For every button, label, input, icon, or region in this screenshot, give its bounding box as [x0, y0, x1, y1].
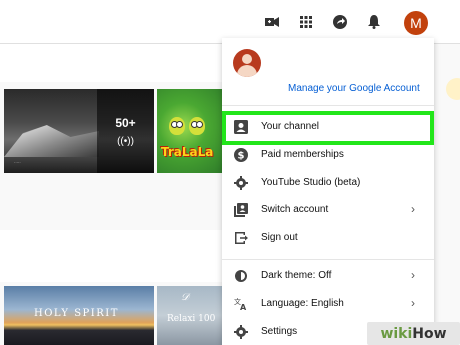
menu-item-language[interactable]: 文A Language: English › [222, 290, 434, 318]
menu-item-label: Switch account [261, 204, 329, 215]
video-camera-icon[interactable] [262, 12, 282, 32]
highlight-label: Your channel [261, 121, 320, 132]
menu-item-label: Paid memberships [261, 149, 344, 160]
dark-theme-icon [233, 268, 249, 284]
video-thumbnail-relaxing[interactable]: 𝒟 Relaxi 100 [157, 286, 222, 345]
playlist-icon: ((•)) [117, 135, 134, 147]
menu-avatar [233, 49, 261, 77]
thumbnail-caption: ····· [14, 160, 21, 165]
playlist-count: 50+ [115, 115, 136, 130]
mountain-image [4, 125, 99, 157]
wikihow-watermark: wiki How [367, 322, 460, 345]
svg-text:$: $ [238, 151, 245, 162]
section-header [0, 44, 222, 82]
section-header-2 [0, 230, 222, 282]
account-avatar-button[interactable]: M [404, 11, 428, 35]
video-thumbnail-mountain[interactable]: ····· 50+ ((•)) [4, 89, 154, 173]
menu-divider [222, 105, 434, 106]
manage-account-link[interactable]: Manage your Google Account [288, 83, 420, 94]
account-menu: Manage your Google Account Your channel … [222, 38, 434, 345]
chevron-right-icon: › [411, 296, 415, 310]
share-arrow-icon[interactable] [330, 12, 350, 32]
menu-divider [222, 259, 434, 260]
playlist-overlay: 50+ ((•)) [97, 89, 154, 173]
chevron-right-icon: › [411, 202, 415, 216]
thumbnail-title: TraLaLa [161, 145, 214, 159]
chevron-right-icon: › [411, 268, 415, 282]
thumbnail-title: HOLY SPIRIT [34, 308, 119, 319]
svg-text:A: A [240, 303, 247, 311]
menu-item-dark-theme[interactable]: Dark theme: Off › [222, 262, 434, 290]
thumbnail-title: Relaxi 100 [167, 314, 216, 324]
switch-account-icon [233, 202, 249, 218]
video-thumbnail-trala[interactable]: TraLaLa [157, 89, 222, 173]
dollar-circle-icon: $ [233, 147, 249, 163]
menu-item-youtube-studio[interactable]: YouTube Studio (beta) [222, 169, 434, 197]
menu-item-label: Language: English [261, 298, 344, 309]
settings-gear-icon [233, 324, 249, 340]
menu-item-label: Sign out [261, 232, 298, 243]
bird-character-icon [169, 117, 185, 135]
watermark-how: How [412, 325, 447, 342]
bird-character-icon [189, 117, 205, 135]
menu-item-label: Dark theme: Off [261, 270, 332, 281]
translate-icon: 文A [233, 296, 249, 312]
menu-item-label: YouTube Studio (beta) [261, 177, 361, 188]
notification-bell-icon[interactable] [364, 12, 384, 32]
menu-item-sign-out[interactable]: Sign out [222, 224, 434, 252]
disney-logo-icon: 𝒟 [181, 292, 189, 303]
menu-item-label: Settings [261, 326, 298, 337]
avatar-head-icon [242, 54, 252, 64]
watermark-wiki: wiki [380, 325, 413, 342]
apps-grid-icon[interactable] [296, 12, 316, 32]
person-box-icon [233, 119, 249, 135]
your-channel-highlight[interactable]: Your channel [222, 111, 434, 145]
gear-icon [233, 175, 249, 191]
menu-item-paid-memberships[interactable]: $ Paid memberships [222, 141, 434, 169]
video-thumbnail-holy-spirit[interactable]: HOLY SPIRIT [4, 286, 154, 345]
sign-out-icon [233, 230, 249, 246]
menu-item-switch-account[interactable]: Switch account › [222, 196, 434, 224]
avatar-body-icon [237, 65, 257, 77]
